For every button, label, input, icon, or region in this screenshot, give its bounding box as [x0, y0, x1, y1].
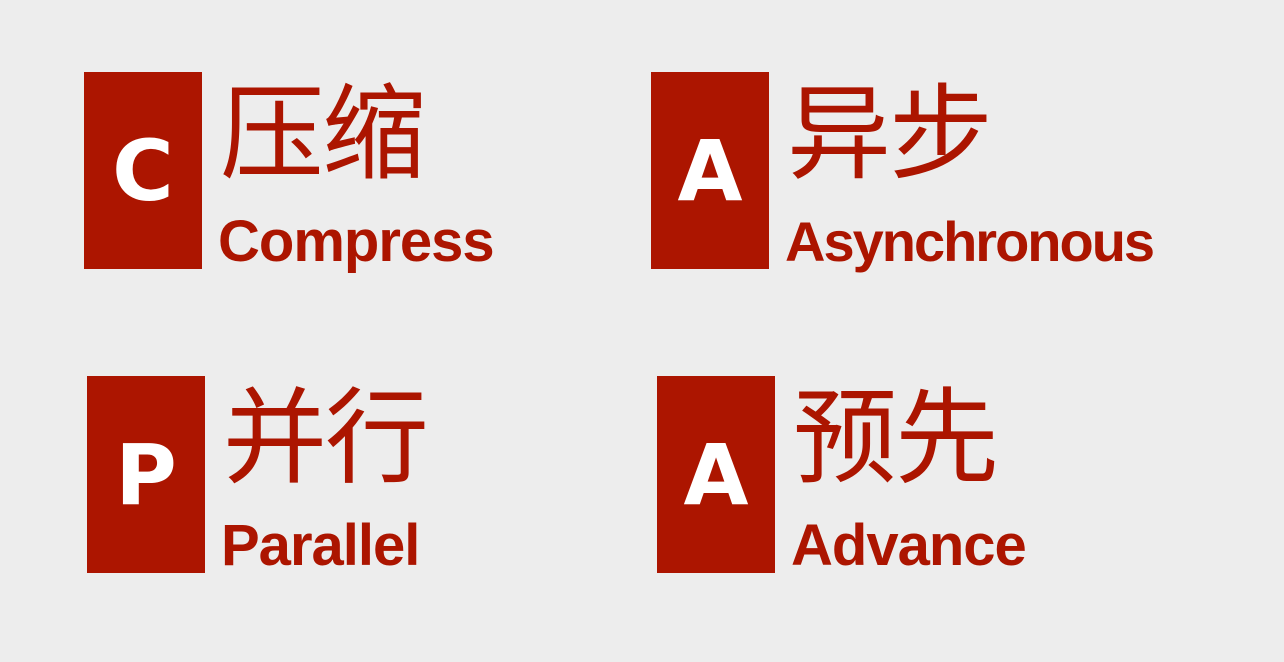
english-label: Advance: [791, 513, 1027, 578]
english-label: Parallel: [221, 513, 420, 578]
chinese-label: 异步: [787, 73, 993, 195]
english-label: Compress: [218, 209, 495, 274]
badge-letter: C: [112, 121, 174, 220]
chinese-label: 并行: [223, 377, 429, 499]
letter-badge: C: [84, 72, 202, 269]
badge-letter: P: [115, 425, 177, 524]
english-label: Asynchronous: [785, 210, 1155, 273]
letter-badge: P: [87, 376, 205, 573]
badge-letter: A: [683, 425, 749, 524]
badge-letter: A: [677, 121, 743, 220]
letter-badge: A: [651, 72, 769, 269]
letter-badge: A: [657, 376, 775, 573]
chinese-label: 压缩: [220, 73, 426, 195]
chinese-label: 预先: [793, 377, 999, 499]
